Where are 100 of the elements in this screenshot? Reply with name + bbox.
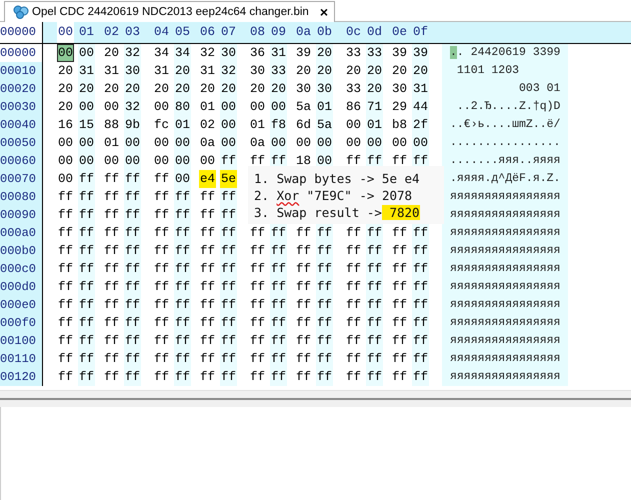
hex-byte: ff (391, 153, 408, 170)
ascii-text: .. 24420619 3399 (442, 44, 568, 62)
hex-byte: 18 (295, 153, 312, 170)
hex-byte: 00 (78, 152, 95, 170)
hex-byte: 34 (153, 45, 170, 62)
hex-byte: 00 (103, 153, 120, 170)
hex-byte: ff (391, 369, 408, 386)
hex-byte: ff (174, 332, 191, 350)
offset-label: 00110 (0, 350, 43, 368)
hex-byte: ff (345, 315, 362, 332)
hex-byte: ff (199, 243, 216, 260)
ascii-text: 1101 1203 (442, 62, 568, 80)
column-header: 05 (174, 24, 191, 41)
hex-byte: ff (78, 188, 95, 206)
splitter-bar[interactable] (0, 390, 631, 407)
hex-byte: 20 (124, 80, 141, 98)
hex-byte: ff (103, 351, 120, 368)
hex-byte: ff (391, 315, 408, 332)
hex-byte: ff (295, 261, 312, 278)
close-button[interactable]: × (320, 5, 328, 19)
hex-byte: ff (78, 242, 95, 260)
hex-byte: ff (270, 242, 287, 260)
hex-byte: 01 (249, 117, 266, 134)
hex-byte: ff (174, 206, 191, 224)
note-line: 1. Swap bytes -> 5e e4 (254, 170, 420, 187)
selected-byte: 00 (57, 44, 74, 62)
hex-byte: 5a (316, 116, 333, 134)
hex-byte: 20 (57, 63, 74, 80)
hex-byte: 31 (153, 63, 170, 80)
hex-byte: ff (57, 333, 74, 350)
hex-byte: ff (412, 224, 429, 242)
offset-label: 000a0 (0, 224, 43, 242)
hex-byte: 01 (174, 116, 191, 134)
hex-byte: ff (124, 368, 141, 386)
hex-byte: ff (295, 225, 312, 242)
hex-byte: ff (412, 278, 429, 296)
hex-byte: ff (391, 351, 408, 368)
column-header: 0f (412, 24, 429, 41)
hex-byte: ff (345, 225, 362, 242)
ascii-text: яяяяяяяяяяяяяяяя (442, 368, 568, 386)
hex-byte: 00 (174, 134, 191, 152)
column-header: 08 (249, 24, 266, 41)
hex-byte: ff (295, 315, 312, 332)
hex-byte: 20 (391, 63, 408, 80)
ascii-text: яяяяяяяяяяяяяяяя (442, 332, 568, 350)
file-tab[interactable]: Opel CDC 24420619 NDC2013 eep24c64 changer.bin × (4, 1, 336, 22)
hex-byte: 01 (199, 99, 216, 116)
hex-byte: ff (220, 350, 237, 368)
hex-byte: ff (78, 350, 95, 368)
offset-label: 00060 (0, 152, 43, 170)
hex-byte: 39 (391, 45, 408, 62)
hex-byte: ff (412, 242, 429, 260)
hex-byte: ff (412, 332, 429, 350)
ascii-text: яяяяяяяяяяяяяяяя (442, 242, 568, 260)
hex-byte: 30 (316, 80, 333, 98)
offset-label: 000f0 (0, 314, 43, 332)
hex-byte: ff (57, 297, 74, 314)
hex-byte: ff (366, 278, 383, 296)
hex-byte: ff (199, 261, 216, 278)
column-header: 09 (270, 24, 287, 41)
hex-byte: ff (78, 332, 95, 350)
hex-byte: ff (270, 350, 287, 368)
hex-byte: ff (78, 278, 95, 296)
hex-byte: ff (124, 296, 141, 314)
hex-byte: ff (366, 314, 383, 332)
hex-byte: 32 (124, 44, 141, 62)
hex-byte: ff (124, 188, 141, 206)
hex-byte: 32 (124, 98, 141, 116)
hex-byte: 20 (220, 80, 237, 98)
ascii-text: яяяяяяяяяяяяяяяя (442, 206, 568, 224)
offset-label: 00020 (0, 80, 43, 98)
hex-byte: 20 (199, 81, 216, 98)
hex-byte: ff (103, 315, 120, 332)
hex-byte: ff (270, 314, 287, 332)
hex-byte: ff (220, 314, 237, 332)
hex-byte: ff (78, 170, 95, 188)
offset-label: 00040 (0, 116, 43, 134)
hex-byte: 20 (174, 62, 191, 80)
hex-byte: ff (391, 279, 408, 296)
ascii-text: яяяяяяяяяяяяяяяя (442, 224, 568, 242)
ascii-text: .......яяя..яяяя (442, 152, 568, 170)
hex-byte: ff (78, 206, 95, 224)
hex-byte: ff (153, 369, 170, 386)
offset-label: 00070 (0, 170, 43, 188)
hex-byte: 00 (345, 135, 362, 152)
hex-byte: 20 (295, 63, 312, 80)
hex-byte: 20 (366, 62, 383, 80)
hex-byte: ff (153, 189, 170, 206)
column-header: 00 (57, 22, 74, 43)
hex-byte: 00 (57, 135, 74, 152)
hex-byte: ff (199, 333, 216, 350)
hex-byte: 32 (220, 62, 237, 80)
hex-byte: ff (199, 369, 216, 386)
hex-byte: ff (174, 296, 191, 314)
ascii-text: ..€›ь....шmZ..ё/ (442, 116, 568, 134)
hex-byte: ff (199, 279, 216, 296)
hex-byte: ff (249, 153, 266, 170)
hex-byte: ff (295, 243, 312, 260)
hex-byte: ff (412, 260, 429, 278)
hex-byte: 00 (153, 153, 170, 170)
